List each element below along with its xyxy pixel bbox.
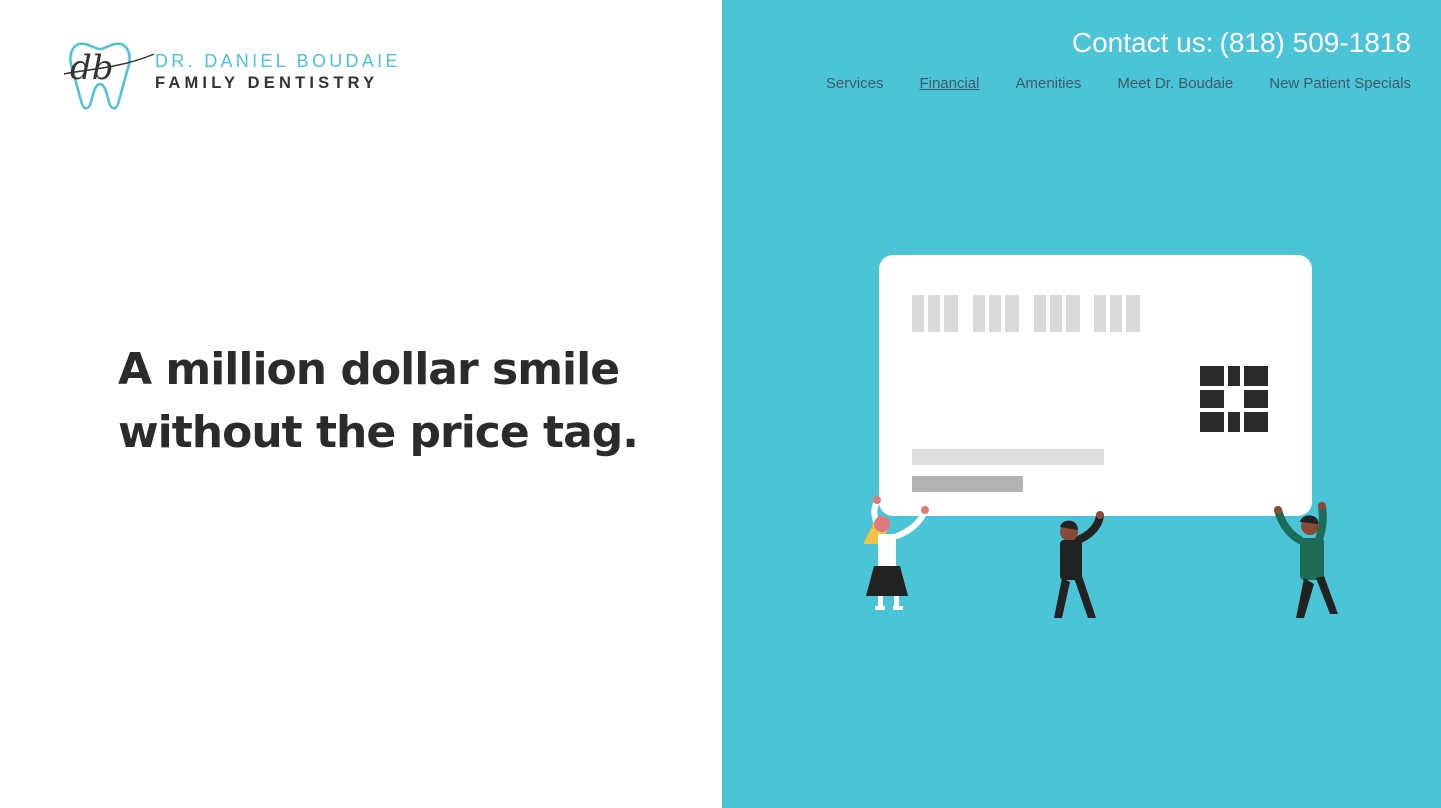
site-logo[interactable]: db DR. DANIEL BOUDAIE FAMILY DENTISTRY (62, 34, 402, 114)
card-chip-icon (1200, 366, 1268, 432)
logo-title: DR. DANIEL BOUDAIE (155, 51, 401, 71)
hero-headline: A million dollar smile without the price… (118, 338, 678, 464)
tooth-logo-icon: db (63, 42, 155, 110)
main-nav: Services Financial Amenities Meet Dr. Bo… (790, 75, 1411, 92)
card-name-line (912, 449, 1104, 465)
person-middle-figure (1054, 511, 1104, 618)
hero-headline-line2: without the price tag. (118, 407, 639, 458)
person-right-figure (1274, 502, 1338, 618)
nav-amenities[interactable]: Amenities (1015, 75, 1081, 92)
nav-services[interactable]: Services (826, 75, 884, 92)
left-panel: db DR. DANIEL BOUDAIE FAMILY DENTISTRY A… (0, 0, 722, 808)
nav-meet-dr-boudaie[interactable]: Meet Dr. Boudaie (1117, 75, 1233, 92)
nav-new-patient-specials[interactable]: New Patient Specials (1269, 75, 1411, 92)
nav-financial[interactable]: Financial (919, 75, 979, 92)
hero-headline-line1: A million dollar smile (118, 344, 620, 395)
logo-subtitle: FAMILY DENTISTRY (155, 74, 379, 92)
contact-label: Contact us: (1071, 27, 1214, 58)
credit-card-illustration (864, 255, 1338, 618)
logo-monogram: db (70, 48, 114, 88)
phone-link[interactable]: (818) 509-1818 (1220, 27, 1411, 58)
card-expiry-line (912, 476, 1023, 492)
contact-info: Contact us: (818) 509-1818 (1072, 27, 1411, 59)
